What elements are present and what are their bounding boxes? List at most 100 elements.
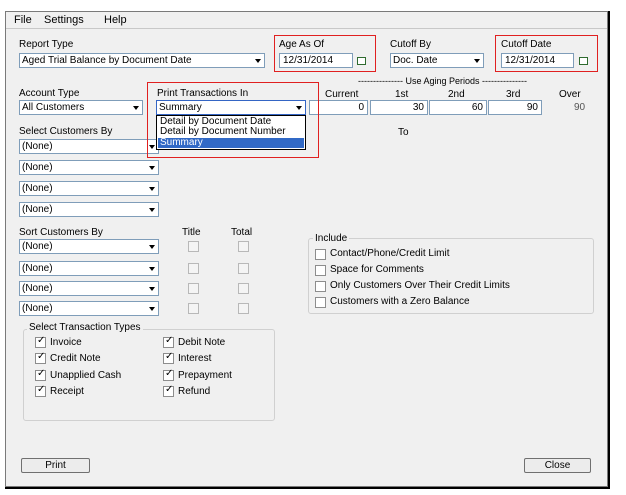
aging-col-2nd: 2nd	[448, 89, 465, 100]
include-contact-checkbox[interactable]	[315, 249, 326, 260]
refund-label: Refund	[178, 386, 211, 397]
debit-note-label: Debit Note	[178, 337, 226, 348]
sort-title-column: Title	[182, 227, 201, 238]
select-customers-select-4[interactable]: (None)	[19, 202, 159, 217]
select-customers-value: (None)	[22, 162, 53, 173]
report-window: File Settings Help Report Type Aged Tria…	[5, 11, 608, 487]
sort-total-checkbox-4[interactable]	[238, 303, 249, 314]
cutoff-date-label: Cutoff Date	[501, 39, 552, 50]
aging-col-3rd: 3rd	[506, 89, 521, 100]
select-customers-select-3[interactable]: (None)	[19, 181, 159, 196]
select-customers-to-label: To	[398, 127, 409, 138]
sort-total-checkbox-3[interactable]	[238, 283, 249, 294]
include-label: Include	[313, 233, 350, 244]
select-customers-value: (None)	[22, 141, 53, 152]
close-button[interactable]: Close	[524, 458, 591, 473]
select-customers-select-1[interactable]: (None)	[19, 139, 159, 154]
print-transactions-dropdown: Detail by Document Date Detail by Docume…	[156, 115, 306, 150]
sort-title-checkbox-2[interactable]	[188, 263, 199, 274]
print-transactions-select[interactable]: Summary	[156, 100, 306, 115]
age-as-of-input[interactable]: 12/31/2014	[279, 53, 353, 68]
print-transactions-label: Print Transactions In	[157, 88, 249, 99]
sort-customers-value: (None)	[22, 303, 53, 314]
calendar-icon[interactable]	[579, 57, 588, 65]
menu-file[interactable]: File	[14, 14, 32, 26]
include-over-limit-checkbox[interactable]	[315, 281, 326, 292]
cutoff-date-input[interactable]: 12/31/2014	[501, 53, 574, 68]
sort-customers-select-4[interactable]: (None)	[19, 301, 159, 316]
menu-help[interactable]: Help	[104, 14, 127, 26]
sort-customers-value: (None)	[22, 241, 53, 252]
chevron-down-icon	[149, 187, 155, 191]
sort-customers-select-2[interactable]: (None)	[19, 261, 159, 276]
aging-col-1st: 1st	[395, 89, 409, 100]
receipt-checkbox[interactable]	[35, 384, 46, 397]
aging-1st-input[interactable]: 30	[370, 100, 428, 115]
report-type-label: Report Type	[19, 39, 74, 50]
chevron-down-icon	[149, 287, 155, 291]
dropdown-option-summary[interactable]: Summary	[158, 138, 304, 148]
receipt-label: Receipt	[50, 386, 84, 397]
select-customers-select-2[interactable]: (None)	[19, 160, 159, 175]
sort-customers-label: Sort Customers By	[19, 227, 103, 238]
calendar-icon[interactable]	[357, 57, 366, 65]
report-type-value: Aged Trial Balance by Document Date	[22, 55, 192, 66]
chevron-down-icon	[474, 59, 480, 63]
window-shadow-bottom	[5, 487, 610, 489]
credit-note-checkbox[interactable]	[35, 351, 46, 364]
dropdown-option-detail-by-number[interactable]: Detail by Document Number	[158, 127, 304, 137]
account-type-select[interactable]: All Customers	[19, 100, 143, 115]
aging-col-over: Over	[559, 89, 581, 100]
cutoff-by-value: Doc. Date	[393, 55, 438, 66]
aging-periods-header: --------------- Use Aging Periods ------…	[358, 76, 527, 86]
chevron-down-icon	[149, 267, 155, 271]
chevron-down-icon	[149, 307, 155, 311]
invoice-label: Invoice	[50, 337, 82, 348]
interest-label: Interest	[178, 353, 212, 364]
chevron-down-icon	[255, 59, 261, 63]
cutoff-by-select[interactable]: Doc. Date	[390, 53, 484, 68]
print-button[interactable]: Print	[21, 458, 90, 473]
print-transactions-value: Summary	[159, 102, 202, 113]
sort-title-checkbox-3[interactable]	[188, 283, 199, 294]
menu-bar: File Settings Help	[6, 12, 607, 29]
sort-customers-select-1[interactable]: (None)	[19, 239, 159, 254]
menu-settings[interactable]: Settings	[44, 14, 84, 26]
transaction-types-label: Select Transaction Types	[27, 322, 143, 333]
include-zero-balance-label: Customers with a Zero Balance	[330, 296, 470, 307]
include-zero-balance-checkbox[interactable]	[315, 297, 326, 308]
account-type-label: Account Type	[19, 88, 80, 99]
sort-customers-select-3[interactable]: (None)	[19, 281, 159, 296]
aging-2nd-input[interactable]: 60	[429, 100, 487, 115]
sort-total-checkbox-2[interactable]	[238, 263, 249, 274]
invoice-checkbox[interactable]	[35, 335, 46, 348]
aging-over-value: 90	[574, 102, 586, 113]
chevron-down-icon	[296, 106, 302, 110]
report-type-select[interactable]: Aged Trial Balance by Document Date	[19, 53, 265, 68]
window-shadow-right	[608, 11, 610, 487]
unapplied-cash-checkbox[interactable]	[35, 368, 46, 381]
age-as-of-label: Age As Of	[279, 39, 325, 50]
sort-total-checkbox-1[interactable]	[238, 241, 249, 252]
select-customers-value: (None)	[22, 204, 53, 215]
refund-checkbox[interactable]	[163, 384, 174, 397]
include-comments-label: Space for Comments	[330, 264, 424, 275]
chevron-down-icon	[149, 166, 155, 170]
credit-note-label: Credit Note	[50, 353, 101, 364]
aging-col-current: Current	[325, 89, 359, 100]
prepayment-checkbox[interactable]	[163, 368, 174, 381]
chevron-down-icon	[149, 245, 155, 249]
include-contact-label: Contact/Phone/Credit Limit	[330, 248, 450, 259]
include-comments-checkbox[interactable]	[315, 265, 326, 276]
interest-checkbox[interactable]	[163, 351, 174, 364]
chevron-down-icon	[149, 208, 155, 212]
chevron-down-icon	[133, 106, 139, 110]
aging-3rd-input[interactable]: 90	[488, 100, 542, 115]
include-over-limit-label: Only Customers Over Their Credit Limits	[330, 280, 510, 291]
debit-note-checkbox[interactable]	[163, 335, 174, 348]
prepayment-label: Prepayment	[178, 370, 232, 381]
sort-title-checkbox-4[interactable]	[188, 303, 199, 314]
sort-customers-value: (None)	[22, 263, 53, 274]
sort-title-checkbox-1[interactable]	[188, 241, 199, 252]
select-customers-label: Select Customers By	[19, 126, 113, 137]
